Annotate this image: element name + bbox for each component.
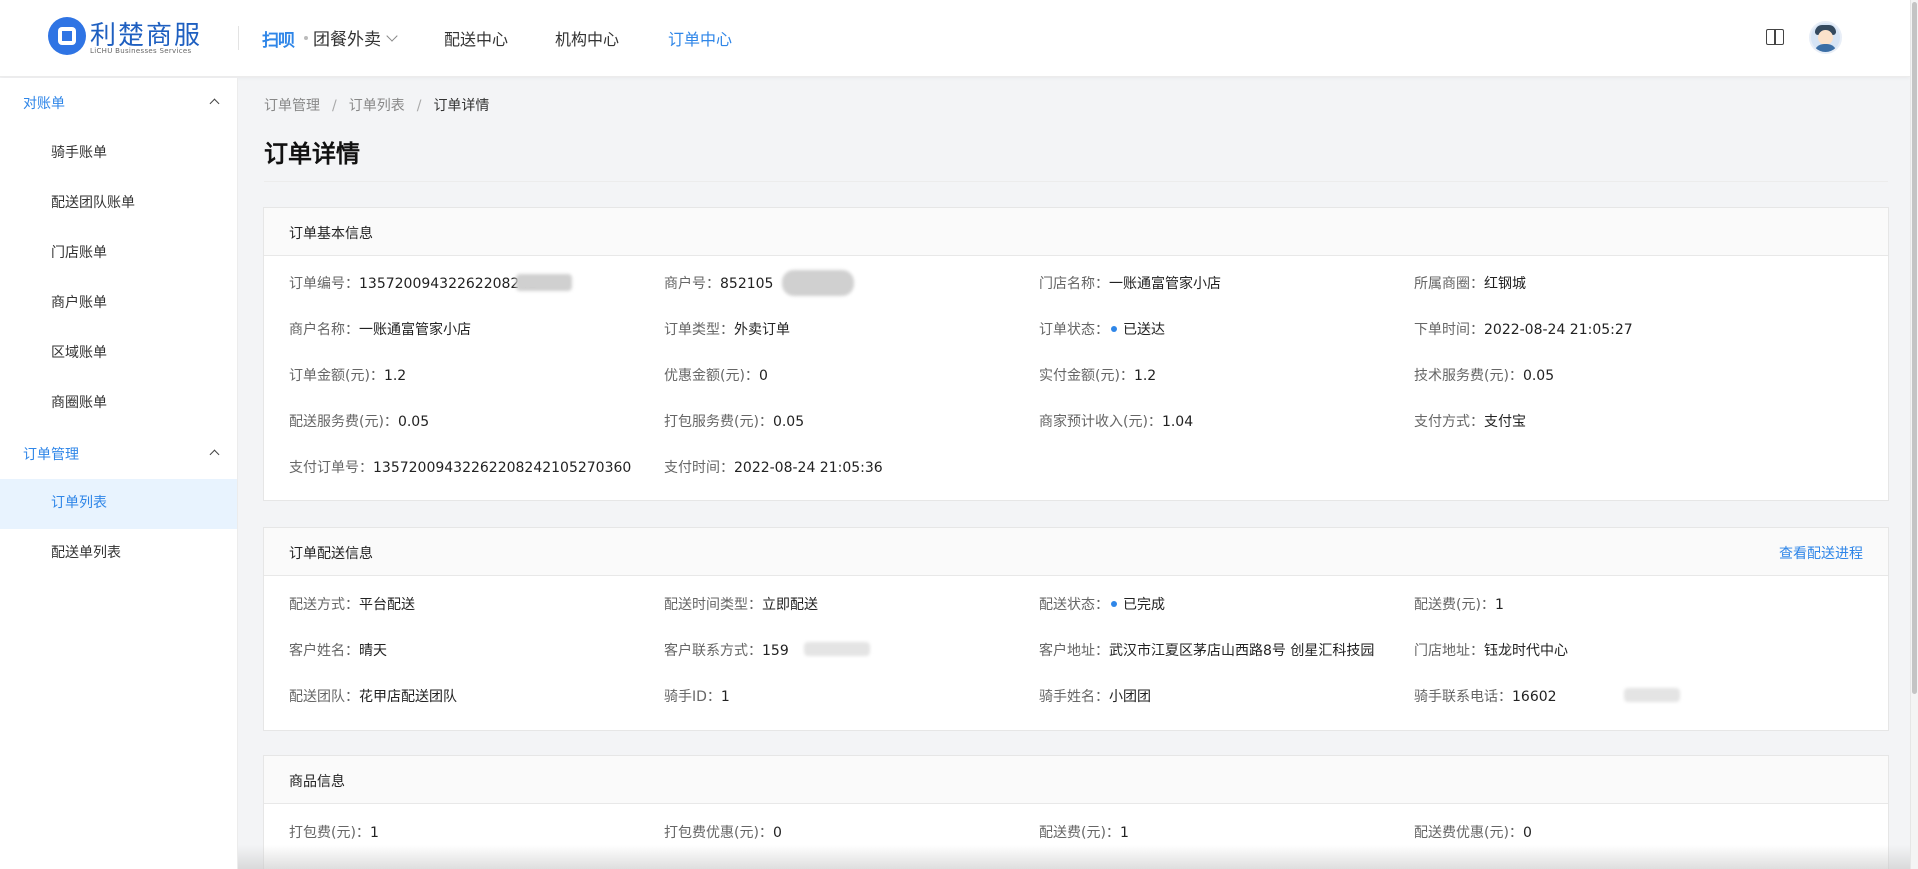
field-customer-address: 客户地址：武汉市江夏区茅店山西路8号 创星汇科技园: [1039, 643, 1375, 659]
avatar-body: [1814, 44, 1837, 52]
avatar-face: [1818, 30, 1833, 45]
field-payment-order-no: 支付订单号：13572009432262208242105270360: [289, 460, 632, 476]
status-dot-icon: [1111, 326, 1117, 332]
field-store-name: 门店名称：一账通富管家小店: [1039, 276, 1221, 292]
brand-separator-dot: [304, 36, 308, 40]
field-order-type: 订单类型：外卖订单: [664, 322, 790, 338]
status-dot-icon: [1111, 601, 1117, 607]
field-packing-fee: 打包费(元)：1: [289, 825, 379, 841]
field-delivery-team: 配送团队：花甲店配送团队: [289, 689, 457, 705]
basic-info-header: 订单基本信息: [264, 208, 1888, 256]
field-merchant-no: 商户号：852105: [664, 276, 774, 292]
sidebar-item-store-statement[interactable]: 门店账单: [51, 242, 107, 262]
breadcrumb-separator: /: [332, 98, 337, 114]
logo-subtitle: LiCHU Businesses Services: [90, 47, 192, 55]
book-icon[interactable]: [1766, 29, 1784, 45]
nav-org-center[interactable]: 机构中心: [555, 26, 619, 50]
field-delivery-fee: 配送费(元)：1: [1414, 597, 1504, 613]
scan-brand-logo: 扫呗: [262, 31, 295, 51]
sidebar-item-region-statement[interactable]: 区域账单: [51, 342, 107, 362]
breadcrumb: 订单管理 / 订单列表 / 订单详情: [264, 95, 489, 115]
field-tech-service-fee: 技术服务费(元)：0.05: [1414, 368, 1555, 384]
field-customer-name: 客户姓名：晴天: [289, 643, 387, 659]
field-order-no: 订单编号：13572009432262208242: [289, 276, 538, 292]
field-packing-discount: 打包费优惠(元)：0: [664, 825, 782, 841]
sidebar-item-order-list[interactable]: 订单列表: [51, 492, 107, 512]
field-merchant-name: 商户名称：一账通富管家小店: [289, 322, 471, 338]
sidebar: 对账单 骑手账单 配送团队账单 门店账单 商户账单 区域账单 商圈账单 订单管理…: [0, 78, 238, 869]
field-rider-id: 骑手ID：1: [664, 689, 730, 705]
field-packing-service-fee: 打包服务费(元)：0.05: [664, 414, 805, 430]
field-order-amount: 订单金额(元)：1.2: [289, 368, 407, 384]
field-customer-contact: 客户联系方式：159: [664, 643, 789, 659]
field-delivery-method: 配送方式：平台配送: [289, 597, 415, 613]
field-delivery-service-fee: 配送服务费(元)：0.05: [289, 414, 430, 430]
field-delivery-time-type: 配送时间类型：立即配送: [664, 597, 818, 613]
sidebar-selected-highlight: [0, 479, 237, 529]
view-delivery-progress-link[interactable]: 查看配送进程: [1779, 543, 1863, 563]
breadcrumb-order-management[interactable]: 订单管理: [264, 98, 320, 114]
redaction-blur: [516, 274, 572, 291]
sidebar-item-district-statement[interactable]: 商圈账单: [51, 392, 107, 412]
redaction-blur: [782, 270, 854, 296]
delivery-info-header: 订单配送信息 查看配送进程: [264, 528, 1888, 576]
field-rider-phone: 骑手联系电话：16602: [1414, 689, 1557, 705]
field-payment-time: 支付时间：2022-08-24 21:05:36: [664, 460, 883, 476]
breadcrumb-order-list[interactable]: 订单列表: [349, 98, 405, 114]
top-header: 利楚商服 LiCHU Businesses Services 扫呗 团餐外卖 配…: [0, 0, 1910, 77]
field-order-status: 订单状态： 已送达: [1039, 322, 1165, 338]
field-payment-method: 支付方式：支付宝: [1414, 414, 1526, 430]
sidebar-item-rider-statement[interactable]: 骑手账单: [51, 142, 107, 162]
redaction-blur: [804, 642, 870, 656]
sidebar-group-statements[interactable]: 对账单: [23, 93, 65, 113]
delivery-info-title: 订单配送信息: [289, 546, 373, 562]
field-discount-amount: 优惠金额(元)：0: [664, 368, 768, 384]
field-rider-name: 骑手姓名：小团团: [1039, 689, 1151, 705]
title-divider: [264, 181, 1888, 182]
field-delivery-status: 配送状态： 已完成: [1039, 597, 1165, 613]
goods-info-title: 商品信息: [289, 774, 345, 790]
avatar[interactable]: [1809, 21, 1842, 54]
basic-info-title: 订单基本信息: [289, 226, 373, 242]
chevron-up-icon[interactable]: [209, 449, 220, 460]
scrollbar-thumb[interactable]: [1912, 2, 1917, 694]
breadcrumb-separator: /: [416, 98, 422, 114]
bottom-shadow: [238, 845, 1910, 869]
nav-order-center[interactable]: 订单中心: [668, 26, 732, 50]
breadcrumb-current: 订单详情: [433, 98, 490, 114]
delivery-info-card: 订单配送信息 查看配送进程 配送方式：平台配送 配送时间类型：立即配送 配送状态…: [263, 527, 1889, 731]
logo-icon: [48, 17, 86, 55]
field-delivery-fee-discount: 配送费优惠(元)：0: [1414, 825, 1532, 841]
product-switcher[interactable]: 团餐外卖: [313, 25, 381, 50]
field-expected-income: 商家预计收入(元)：1.04: [1039, 414, 1194, 430]
sidebar-item-team-statement[interactable]: 配送团队账单: [51, 192, 135, 212]
sidebar-group-order-management[interactable]: 订单管理: [23, 444, 79, 464]
chevron-down-icon[interactable]: [386, 30, 398, 42]
field-order-time: 下单时间：2022-08-24 21:05:27: [1414, 322, 1633, 338]
sidebar-item-delivery-list[interactable]: 配送单列表: [51, 542, 121, 562]
goods-info-header: 商品信息: [264, 756, 1888, 804]
redaction-blur: [1624, 688, 1680, 702]
page-title: 订单详情: [264, 140, 360, 168]
nav-delivery-center[interactable]: 配送中心: [444, 26, 508, 50]
field-goods-delivery-fee: 配送费(元)：1: [1039, 825, 1129, 841]
field-store-address: 门店地址：钰龙时代中心: [1414, 643, 1568, 659]
header-divider: [238, 26, 239, 50]
sidebar-item-merchant-statement[interactable]: 商户账单: [51, 292, 107, 312]
chevron-up-icon[interactable]: [209, 98, 220, 109]
field-paid-amount: 实付金额(元)：1.2: [1039, 368, 1157, 384]
basic-info-card: 订单基本信息 订单编号：13572009432262208242 商户号：852…: [263, 207, 1889, 501]
field-business-district: 所属商圈：红钢城: [1414, 276, 1526, 292]
lichu-logo[interactable]: 利楚商服 LiCHU Businesses Services: [48, 15, 200, 61]
